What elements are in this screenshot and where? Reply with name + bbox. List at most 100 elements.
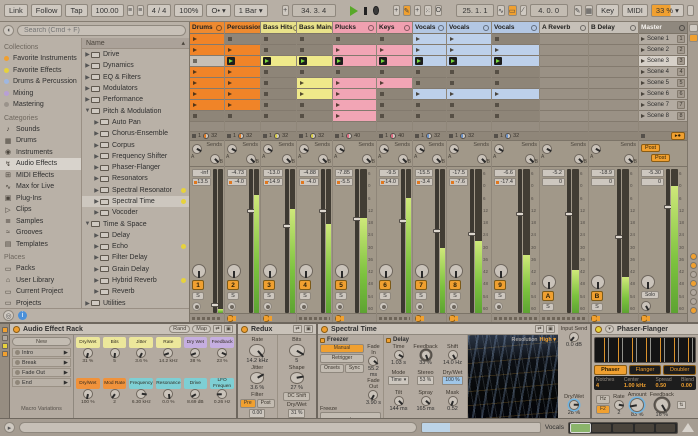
track-header-dot-icon[interactable]	[368, 25, 374, 31]
pan-knob[interactable]	[335, 264, 349, 278]
rack-title-bar[interactable]: Audio Effect Rack Rand Map ⇄ ▣	[10, 324, 236, 335]
tree-item[interactable]: ▶ Spectral Resonator	[82, 185, 189, 196]
clip-play-icon[interactable]	[193, 81, 197, 85]
clip-stop-icon[interactable]	[264, 37, 268, 41]
cue-volume-knob[interactable]	[641, 301, 651, 311]
clip-slot[interactable]	[190, 100, 224, 111]
track-activator[interactable]: 2	[227, 280, 239, 290]
clip-slot[interactable]	[492, 56, 539, 67]
clip-play-icon[interactable]	[193, 92, 197, 96]
track-header[interactable]: Plucks	[333, 22, 376, 34]
clip-stop-icon[interactable]	[264, 92, 268, 96]
solo-button[interactable]: S	[415, 292, 427, 300]
expand-arrow-icon[interactable]: ▶	[93, 130, 100, 137]
expand-arrow-icon[interactable]: ▶	[84, 300, 91, 307]
track-activator[interactable]: 8	[449, 280, 461, 290]
volume-fader[interactable]	[470, 169, 474, 313]
param-value[interactable]: 4	[596, 383, 614, 389]
send-a-knob[interactable]	[591, 144, 601, 154]
expand-arrow-icon[interactable]: ▶	[93, 277, 100, 284]
send-a-knob[interactable]	[299, 144, 309, 154]
track-header[interactable]: Percussion	[225, 22, 260, 34]
device-strip-toggle-1[interactable]	[2, 327, 8, 333]
tree-item[interactable]: ▶ Grain Delay	[82, 264, 189, 275]
clip-slot[interactable]	[492, 89, 539, 100]
clip-playing-icon[interactable]	[227, 57, 235, 65]
scene-play-icon[interactable]	[641, 37, 645, 41]
send-b-knob[interactable]	[432, 154, 442, 164]
solo-button[interactable]: S	[494, 292, 506, 300]
scene-slot[interactable]: Scene 33	[639, 56, 687, 67]
macro-knob[interactable]	[83, 389, 93, 399]
send-a-knob[interactable]	[335, 144, 345, 154]
track-activator[interactable]: 9	[494, 280, 506, 290]
clip-slot[interactable]	[190, 111, 224, 122]
track-header[interactable]: B Delay	[589, 22, 638, 34]
param-value[interactable]: 0.50	[655, 383, 671, 389]
send-b-knob[interactable]	[477, 154, 487, 164]
pan-knob[interactable]	[542, 275, 556, 289]
hot-swap-icon[interactable]: ⇄	[535, 325, 544, 333]
expand-arrow-icon[interactable]: ▼	[84, 221, 91, 227]
session-record-pill[interactable]: ▸●	[671, 132, 685, 140]
tempo-field[interactable]: 100.00	[91, 4, 124, 17]
time-signature-field[interactable]: 4 / 4	[147, 4, 172, 17]
clip-stop-icon[interactable]	[193, 114, 197, 118]
solo-button[interactable]: S	[299, 292, 311, 300]
clip-slot[interactable]	[190, 34, 224, 45]
clip-slot[interactable]	[333, 89, 376, 100]
send-a-knob[interactable]	[263, 144, 273, 154]
clip-slot[interactable]	[413, 56, 446, 67]
chain-activator-icon[interactable]	[15, 360, 20, 365]
clip-stop-icon[interactable]	[336, 70, 340, 74]
pan-knob[interactable]	[299, 264, 313, 278]
search-input[interactable]	[17, 25, 186, 36]
clip-play-icon[interactable]	[416, 92, 420, 96]
sidebar-item-user-library[interactable]: ⌂ User Library	[0, 275, 81, 287]
expand-arrow-icon[interactable]: ▶	[93, 288, 100, 295]
clip-play-icon[interactable]	[336, 81, 340, 85]
filter-pre-button[interactable]: Pre	[240, 399, 256, 408]
macro-knob[interactable]	[163, 389, 173, 399]
clip-slot[interactable]	[492, 100, 539, 111]
filter-value[interactable]: 0.00	[249, 409, 265, 418]
sidebar-item-collection[interactable]: Mixing	[0, 88, 81, 100]
key-map-button[interactable]: Key	[596, 4, 619, 17]
clip-slot[interactable]	[447, 56, 491, 67]
track-delay-field[interactable]: -17.4	[494, 178, 516, 186]
io-drywet-value[interactable]: 28 %	[568, 410, 581, 416]
solo-button[interactable]: S	[335, 292, 347, 300]
clip-stop-icon[interactable]	[380, 92, 384, 96]
tree-item[interactable]: ▶ Phaser-Flanger	[82, 162, 189, 173]
chain-expand-icon[interactable]: ▶	[64, 360, 68, 366]
volume-field[interactable]: -inf	[192, 169, 211, 177]
tree-item[interactable]: ▶ Delay	[82, 230, 189, 241]
tree-item[interactable]: ▶ Drive	[82, 49, 189, 60]
volume-fader[interactable]	[401, 169, 405, 313]
clip-play-icon[interactable]	[228, 103, 232, 107]
clip-stop-icon[interactable]	[228, 114, 232, 118]
f2-button[interactable]: F2	[596, 405, 610, 414]
tree-item[interactable]: ▶ EQ & Filters	[82, 72, 189, 83]
clip-playing-icon[interactable]	[494, 57, 502, 65]
track-activator[interactable]: 4	[299, 280, 311, 290]
scene-slot[interactable]: Scene 88	[639, 111, 687, 122]
browser-collapse-icon[interactable]: ◖	[3, 25, 14, 36]
param-value[interactable]: 1.00 kHz	[624, 383, 646, 389]
track-header[interactable]: Vocals	[447, 22, 491, 34]
map-button[interactable]: Map	[192, 325, 211, 333]
fade-in-value[interactable]: 55.2 ms	[366, 366, 381, 378]
expand-arrow-icon[interactable]: ▶	[93, 175, 100, 182]
track-header[interactable]: Master	[639, 22, 687, 34]
time-value[interactable]: 1.03 s	[391, 360, 406, 366]
clip-play-icon[interactable]	[336, 114, 340, 118]
device-on-icon[interactable]	[595, 326, 602, 333]
loop-toggle-icon[interactable]: ▭	[508, 5, 517, 16]
clip-slot[interactable]	[377, 56, 412, 67]
track-activator[interactable]: 5	[335, 280, 347, 290]
clip-slot[interactable]	[377, 89, 412, 100]
tree-item[interactable]: ▶ Dynamics	[82, 60, 189, 71]
sidebar-item-sounds[interactable]: ♪ Sounds	[0, 124, 81, 136]
solo-button[interactable]: S	[449, 292, 461, 300]
sidebar-item-audio-effects[interactable]: ↯ Audio Effects	[0, 158, 81, 170]
